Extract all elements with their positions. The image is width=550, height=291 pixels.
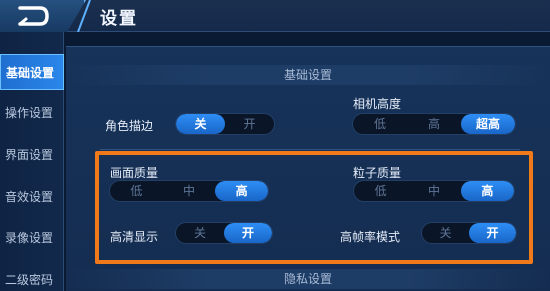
sidebar-item-interface-settings[interactable]: 界面设置 — [0, 137, 64, 173]
character-outline-label: 角色描边 — [105, 119, 154, 133]
particle-quality-option-medium[interactable]: 中 — [407, 181, 460, 201]
character-outline-option-on[interactable]: 开 — [225, 114, 274, 134]
image-quality-toggle[interactable]: 低 中 高 — [109, 180, 269, 202]
high-fps-mode-option-on[interactable]: 开 — [469, 223, 516, 243]
hd-display-option-off[interactable]: 关 — [176, 223, 224, 243]
hd-display-label: 高清显示 — [110, 230, 159, 244]
sidebar-item-basic-settings[interactable]: 基础设置 — [0, 54, 64, 90]
settings-panel: 基础设置 角色描边 关 开 相机高度 低 高 超高 画面质量 低 中 高 粒子质… — [66, 46, 550, 291]
sidebar: 基础设置 操作设置 界面设置 音效设置 录像设置 二级密码 — [0, 32, 64, 291]
camera-height-option-high[interactable]: 高 — [407, 114, 461, 134]
high-fps-mode-option-off[interactable]: 关 — [422, 223, 469, 243]
camera-height-toggle[interactable]: 低 高 超高 — [352, 113, 516, 135]
particle-quality-toggle[interactable]: 低 中 高 — [353, 180, 515, 202]
high-fps-mode-label: 高帧率模式 — [340, 230, 401, 244]
particle-quality-option-high[interactable]: 高 — [460, 181, 514, 201]
sidebar-item-control-settings[interactable]: 操作设置 — [0, 95, 64, 131]
image-quality-option-low[interactable]: 低 — [110, 181, 163, 201]
back-arrow-icon — [18, 6, 49, 26]
hd-display-toggle[interactable]: 关 开 — [175, 222, 273, 244]
hd-display-option-on[interactable]: 开 — [224, 223, 272, 243]
sidebar-item-secondary-password[interactable]: 二级密码 — [0, 269, 64, 291]
particle-quality-label: 粒子质量 — [353, 166, 402, 180]
camera-height-option-low[interactable]: 低 — [353, 114, 407, 134]
divider — [100, 149, 520, 150]
page-title: 设置 — [100, 9, 138, 29]
sidebar-item-sound-settings[interactable]: 音效设置 — [0, 179, 64, 215]
slash-decoration-icon — [77, 0, 91, 32]
top-bar: 设置 — [0, 0, 550, 32]
image-quality-label: 画面质量 — [110, 166, 159, 180]
image-quality-option-medium[interactable]: 中 — [163, 181, 216, 201]
section-header-privacy: 隐私设置 — [66, 269, 550, 289]
camera-height-label: 相机高度 — [353, 97, 402, 111]
high-fps-mode-toggle[interactable]: 关 开 — [421, 222, 517, 244]
image-quality-option-high[interactable]: 高 — [215, 181, 268, 201]
character-outline-option-off[interactable]: 关 — [176, 114, 225, 134]
particle-quality-option-low[interactable]: 低 — [354, 181, 407, 201]
section-header-basic: 基础设置 — [66, 65, 550, 85]
camera-height-option-ultra[interactable]: 超高 — [461, 114, 515, 134]
sidebar-item-replay-settings[interactable]: 录像设置 — [0, 220, 64, 256]
character-outline-toggle[interactable]: 关 开 — [175, 113, 275, 135]
